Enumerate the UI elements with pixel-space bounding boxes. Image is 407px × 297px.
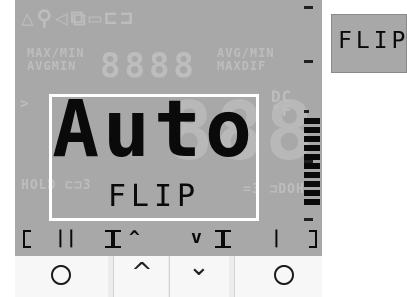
bargraph-tick	[304, 218, 313, 221]
down-button[interactable]: ⌄	[169, 252, 229, 297]
circle-icon	[274, 265, 294, 285]
softkey-f2-label: ^	[129, 227, 140, 248]
up-button[interactable]: ^	[113, 256, 168, 297]
bargraph	[302, 0, 322, 230]
ghost-icon-row: △⚲◁⧉▭⊏⊐	[21, 6, 136, 30]
bargraph-segment	[304, 172, 320, 178]
bracket-left-icon	[113, 230, 121, 248]
bracket-right-icon	[105, 230, 113, 248]
softkey-labels: || ^ v |	[15, 227, 322, 251]
bargraph-tick	[304, 60, 313, 63]
chevron-down-icon: ⌄	[188, 252, 210, 282]
chevron-up-icon: ^	[131, 258, 153, 288]
bracket-left-icon	[223, 230, 231, 248]
softkey-f1-button[interactable]	[15, 256, 108, 297]
inset-text: FLIP	[338, 28, 407, 54]
main-readout: Auto	[52, 85, 256, 175]
bracket-right-icon	[215, 230, 223, 248]
bracket-left-icon	[23, 230, 31, 248]
bargraph-segment	[304, 199, 320, 205]
meter-panel: △⚲◁⧉▭⊏⊐ MAX/MIN AVGMIN 8888 AVG/MIN MAXD…	[15, 0, 322, 297]
circle-icon	[51, 265, 71, 285]
ghost-unit-label: DC °F	[271, 87, 293, 120]
softkey-f3-label: v	[191, 227, 202, 248]
button-row: ^ ⌄	[15, 252, 322, 297]
bargraph-segment	[304, 163, 320, 169]
bargraph-segment	[304, 136, 320, 142]
bargraph-segment	[304, 154, 320, 160]
lcd-screen: △⚲◁⧉▭⊏⊐ MAX/MIN AVGMIN 8888 AVG/MIN MAXD…	[15, 0, 322, 256]
ghost-side-indicator: >	[20, 96, 30, 112]
bargraph-segment	[304, 145, 320, 151]
bargraph-segment	[304, 127, 320, 133]
bargraph-segment	[304, 118, 320, 124]
ghost-avg-label: AVG/MIN MAXDIF	[217, 46, 275, 73]
main-readout-box: Auto FLIP	[49, 85, 259, 221]
bargraph-segment	[304, 190, 320, 196]
ghost-secondary-digits: 8888	[100, 46, 198, 86]
softkey-f4-button[interactable]	[234, 256, 322, 297]
bargraph-tick	[304, 6, 313, 9]
ghost-minmax-label: MAX/MIN AVGMIN	[27, 46, 85, 73]
sub-readout: FLIP	[107, 179, 201, 214]
softkey-f4-label: |	[271, 227, 282, 248]
bargraph-segment	[304, 181, 320, 187]
inset-preview: FLIP	[331, 14, 407, 73]
softkey-f1-label: ||	[55, 227, 77, 248]
bracket-right-icon	[309, 230, 317, 248]
bargraph-tick	[304, 110, 309, 113]
